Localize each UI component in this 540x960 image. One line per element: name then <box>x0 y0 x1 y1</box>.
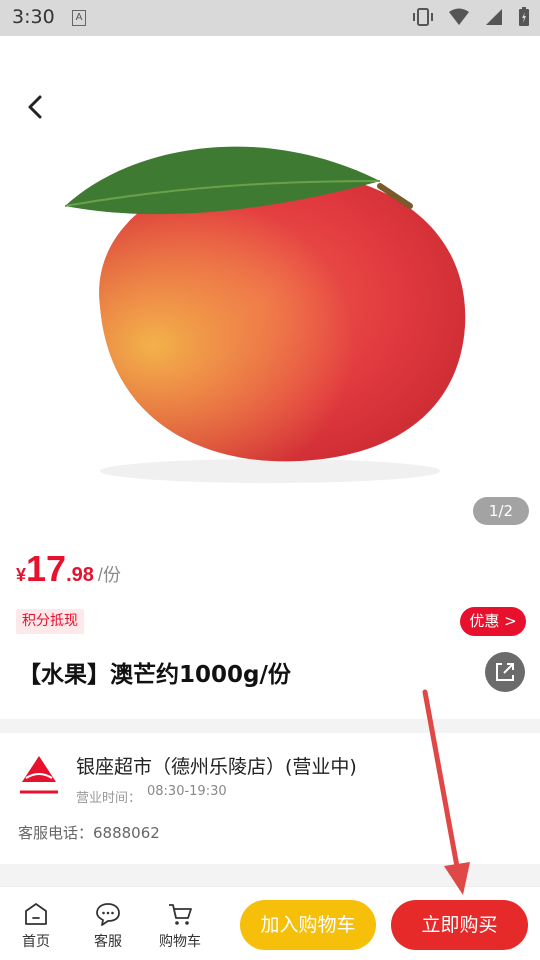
bottom-action-bar: 首页 客服 购物车 加入购物车 立即购买 <box>0 886 540 960</box>
store-hours-label: 营业时间： <box>76 791 142 806</box>
price-decimal: .98 <box>66 564 94 586</box>
section-divider <box>0 864 540 886</box>
nav-cart[interactable]: 购物车 <box>150 901 210 951</box>
store-name: 银座超市（德州乐陵店）(营业中) <box>76 756 357 778</box>
nav-customer-service[interactable]: 客服 <box>78 901 138 951</box>
back-arrow-icon[interactable] <box>20 91 52 123</box>
nav-home[interactable]: 首页 <box>6 901 66 951</box>
store-phone[interactable]: 客服电话：6888062 <box>18 822 160 843</box>
product-image-carousel[interactable]: 1/2 <box>0 36 540 536</box>
status-bar: 3:30 A <box>0 0 540 36</box>
currency-symbol: ¥ <box>16 565 27 585</box>
points-redeem-tag: 积分抵现 <box>16 609 84 634</box>
notification-icon: A <box>72 10 86 26</box>
wifi-icon <box>449 8 469 25</box>
add-to-cart-button[interactable]: 加入购物车 <box>240 900 376 950</box>
status-time: 3:30 <box>12 6 55 28</box>
signal-icon <box>486 9 502 25</box>
mango-product-image <box>64 146 466 483</box>
price: ¥17.98/份 <box>16 548 121 590</box>
share-icon <box>496 663 514 681</box>
store-logo <box>18 756 60 796</box>
nav-cart-label: 购物车 <box>159 934 201 950</box>
product-title: 【水果】澳芒约1000g/份 <box>18 662 291 688</box>
price-unit: /份 <box>97 565 121 585</box>
image-page-indicator: 1/2 <box>473 497 529 525</box>
share-button[interactable] <box>485 652 525 692</box>
cart-icon <box>169 904 192 925</box>
nav-home-label: 首页 <box>22 934 50 950</box>
nav-service-label: 客服 <box>94 934 122 950</box>
buy-now-button[interactable]: 立即购买 <box>391 900 528 950</box>
chat-icon <box>96 903 120 926</box>
battery-icon <box>519 7 529 26</box>
status-icons <box>412 7 530 27</box>
discount-button[interactable]: 优惠 > <box>460 607 526 636</box>
section-divider <box>0 719 540 733</box>
vibrate-icon <box>413 8 433 26</box>
store-hours: 08:30-19:30 <box>147 784 227 799</box>
price-integer: 17 <box>26 548 67 589</box>
home-icon <box>25 903 47 925</box>
